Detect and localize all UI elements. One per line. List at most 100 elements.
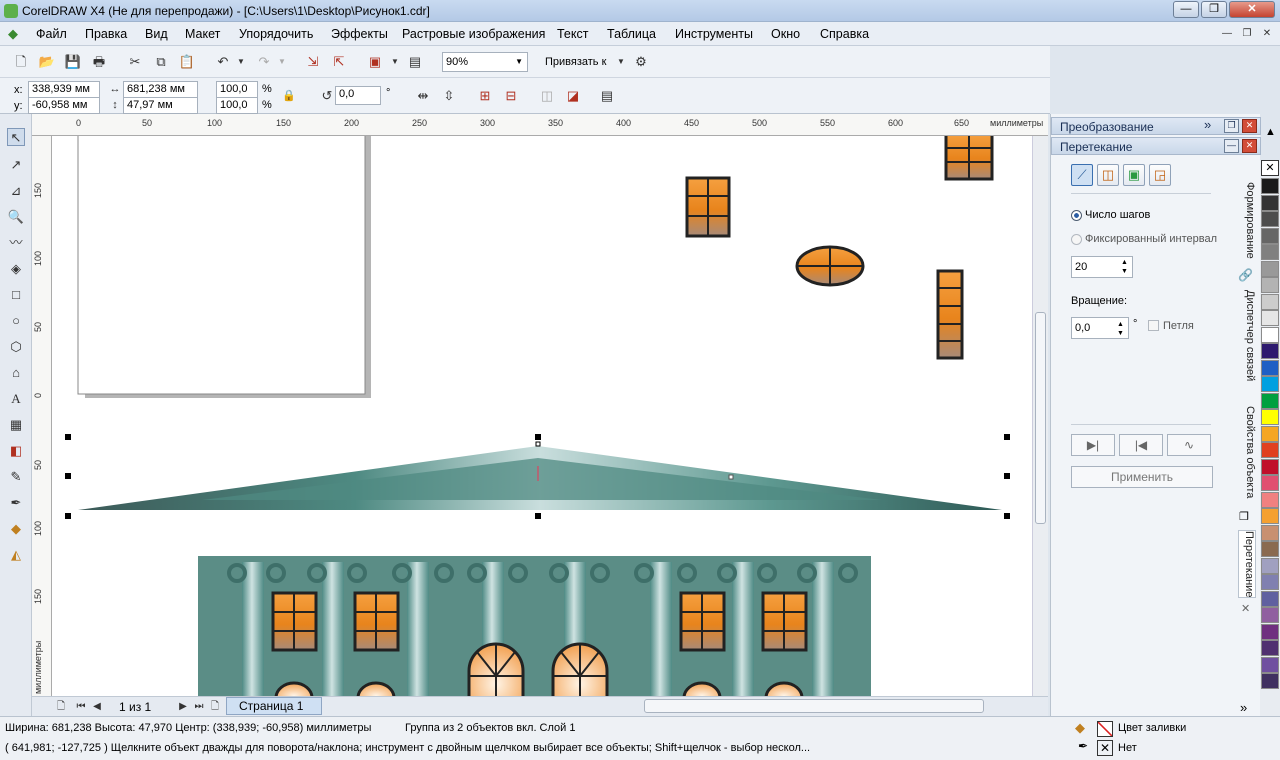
mirror-horizontal-icon[interactable]: ⇹ xyxy=(414,87,432,105)
snap-dropdown-icon[interactable]: ▼ xyxy=(612,53,630,71)
color-swatch[interactable] xyxy=(1261,194,1279,211)
menu-edit[interactable]: Правка xyxy=(85,27,127,41)
drawing-canvas[interactable] xyxy=(52,136,1032,696)
color-swatch[interactable] xyxy=(1261,458,1279,475)
color-swatch[interactable] xyxy=(1261,491,1279,508)
group-icon[interactable]: ⊞ xyxy=(476,87,494,105)
docker-expand-icon[interactable]: » xyxy=(1240,700,1247,715)
close-button[interactable]: ✕ xyxy=(1229,1,1275,18)
window-shape[interactable] xyxy=(685,176,731,238)
color-swatch[interactable] xyxy=(1261,590,1279,607)
color-swatch[interactable] xyxy=(1261,343,1279,359)
snap-to-menu[interactable]: Привязать к xyxy=(545,56,606,68)
outline-tool-icon[interactable]: ✒ xyxy=(7,494,25,512)
path-properties-button[interactable]: ∿ xyxy=(1167,434,1211,456)
color-swatch[interactable] xyxy=(1261,326,1279,343)
text-tool-icon[interactable]: A xyxy=(7,390,25,408)
color-swatch[interactable] xyxy=(1261,475,1279,491)
color-swatch[interactable] xyxy=(1261,541,1279,557)
height-field[interactable]: 47,97 мм xyxy=(123,97,198,114)
undo-dropdown-icon[interactable]: ▼ xyxy=(232,53,250,71)
color-swatch[interactable] xyxy=(1261,293,1279,310)
table-tool-icon[interactable]: ▦ xyxy=(7,416,25,434)
menu-file[interactable]: Файл xyxy=(36,27,67,41)
color-swatch[interactable] xyxy=(1261,277,1279,293)
apply-button[interactable]: Применить xyxy=(1071,466,1213,488)
menu-effects[interactable]: Эффекты xyxy=(331,27,388,41)
selection-handle[interactable] xyxy=(1004,434,1010,440)
color-swatch[interactable] xyxy=(1261,211,1279,227)
to-front-icon[interactable]: ▤ xyxy=(598,87,616,105)
color-swatch[interactable] xyxy=(1261,244,1279,260)
steps-radio[interactable] xyxy=(1071,210,1082,221)
blend-accel-tab[interactable]: ◫ xyxy=(1097,164,1119,186)
steps-spinner-icon[interactable]: ▲ ▼ xyxy=(1121,258,1128,276)
color-swatch[interactable] xyxy=(1261,640,1279,656)
tab-close-icon[interactable]: ✕ xyxy=(1241,602,1250,615)
color-swatch[interactable] xyxy=(1261,260,1279,277)
no-color-swatch[interactable]: ✕ xyxy=(1261,160,1279,176)
launcher-dropdown-icon[interactable]: ▼ xyxy=(386,53,404,71)
color-swatch[interactable] xyxy=(1261,392,1279,409)
zoom-level-select[interactable]: 90% ▼ xyxy=(442,52,528,72)
menu-table[interactable]: Таблица xyxy=(607,27,656,41)
maximize-button[interactable]: ❐ xyxy=(1201,1,1227,18)
float-icon[interactable]: ❐ xyxy=(1224,119,1239,133)
application-launcher-icon[interactable]: ▣ xyxy=(366,53,384,71)
shape-tool-icon[interactable]: ↗ xyxy=(7,156,25,174)
fill-color-swatch[interactable] xyxy=(1097,721,1113,737)
width-field[interactable]: 681,238 мм xyxy=(123,81,198,98)
menu-text[interactable]: Текст xyxy=(557,27,588,41)
options-icon[interactable]: ⚙ xyxy=(632,53,650,71)
collapse-icon[interactable]: — xyxy=(1224,139,1239,153)
menu-window[interactable]: Окно xyxy=(771,27,800,41)
add-page-after-icon[interactable]: 🗋 xyxy=(206,698,224,716)
tall-window-shape[interactable] xyxy=(936,269,964,360)
selection-handle[interactable] xyxy=(65,473,71,479)
undo-icon[interactable]: ↶ xyxy=(214,53,232,71)
menu-bitmaps[interactable]: Растровые изображения xyxy=(402,27,545,41)
rotation-spinner-icon[interactable]: ▲ ▼ xyxy=(1117,320,1124,338)
export-icon[interactable]: ⇱ xyxy=(330,53,348,71)
add-page-icon[interactable]: 🗋 xyxy=(52,698,70,716)
color-swatch[interactable] xyxy=(1261,178,1279,194)
open-icon[interactable]: 📂 xyxy=(38,53,56,71)
prev-page-icon[interactable]: ◀ xyxy=(88,698,106,716)
pick-tool-icon[interactable]: ↖ xyxy=(7,128,25,146)
doc-close-icon[interactable]: ✕ xyxy=(1258,25,1276,43)
selection-handle[interactable] xyxy=(65,434,71,440)
page-tab[interactable]: Страница 1 xyxy=(226,697,322,715)
rotation-field[interactable]: 0,0 xyxy=(335,86,381,105)
horizontal-scrollbar[interactable] xyxy=(644,699,984,713)
color-swatch[interactable] xyxy=(1261,673,1279,689)
selection-handle[interactable] xyxy=(1004,473,1010,479)
redo-icon[interactable]: ↷ xyxy=(255,53,273,71)
new-document-icon[interactable]: 🗋 xyxy=(12,53,30,71)
blend-misc-tab[interactable]: ◲ xyxy=(1149,164,1171,186)
menu-view[interactable]: Вид xyxy=(145,27,168,41)
tab-link-manager[interactable]: Диспетчер связей xyxy=(1238,290,1256,381)
copy-icon[interactable]: ⧉ xyxy=(152,53,170,71)
window-shape[interactable] xyxy=(944,136,994,181)
vertical-scrollbar[interactable] xyxy=(1032,136,1048,696)
roof-blend-group[interactable] xyxy=(78,446,1002,510)
color-swatch[interactable] xyxy=(1261,623,1279,640)
menu-arrange[interactable]: Упорядочить xyxy=(239,27,313,41)
minimize-button[interactable]: — xyxy=(1173,1,1199,18)
color-swatch[interactable] xyxy=(1261,376,1279,392)
menu-tools[interactable]: Инструменты xyxy=(675,27,753,41)
cut-icon[interactable]: ✂ xyxy=(126,53,144,71)
break-apart-icon[interactable]: ◪ xyxy=(564,87,582,105)
blend-start-node[interactable] xyxy=(535,441,541,447)
color-swatch[interactable] xyxy=(1261,607,1279,623)
fill-tool-icon[interactable]: ◆ xyxy=(7,520,25,538)
color-swatch[interactable] xyxy=(1261,524,1279,541)
scale-y-field[interactable]: 100,0 xyxy=(216,97,258,114)
color-swatch[interactable] xyxy=(1261,574,1279,590)
horizontal-ruler[interactable]: 0 50 100 150 200 250 300 350 400 450 500… xyxy=(32,114,1048,136)
crop-tool-icon[interactable]: ⊿ xyxy=(7,182,25,200)
tab-shaping[interactable]: Формирование xyxy=(1238,182,1256,259)
print-icon[interactable]: 🖶 xyxy=(90,53,108,71)
color-swatch[interactable] xyxy=(1261,656,1279,673)
ungroup-icon[interactable]: ⊟ xyxy=(502,87,520,105)
